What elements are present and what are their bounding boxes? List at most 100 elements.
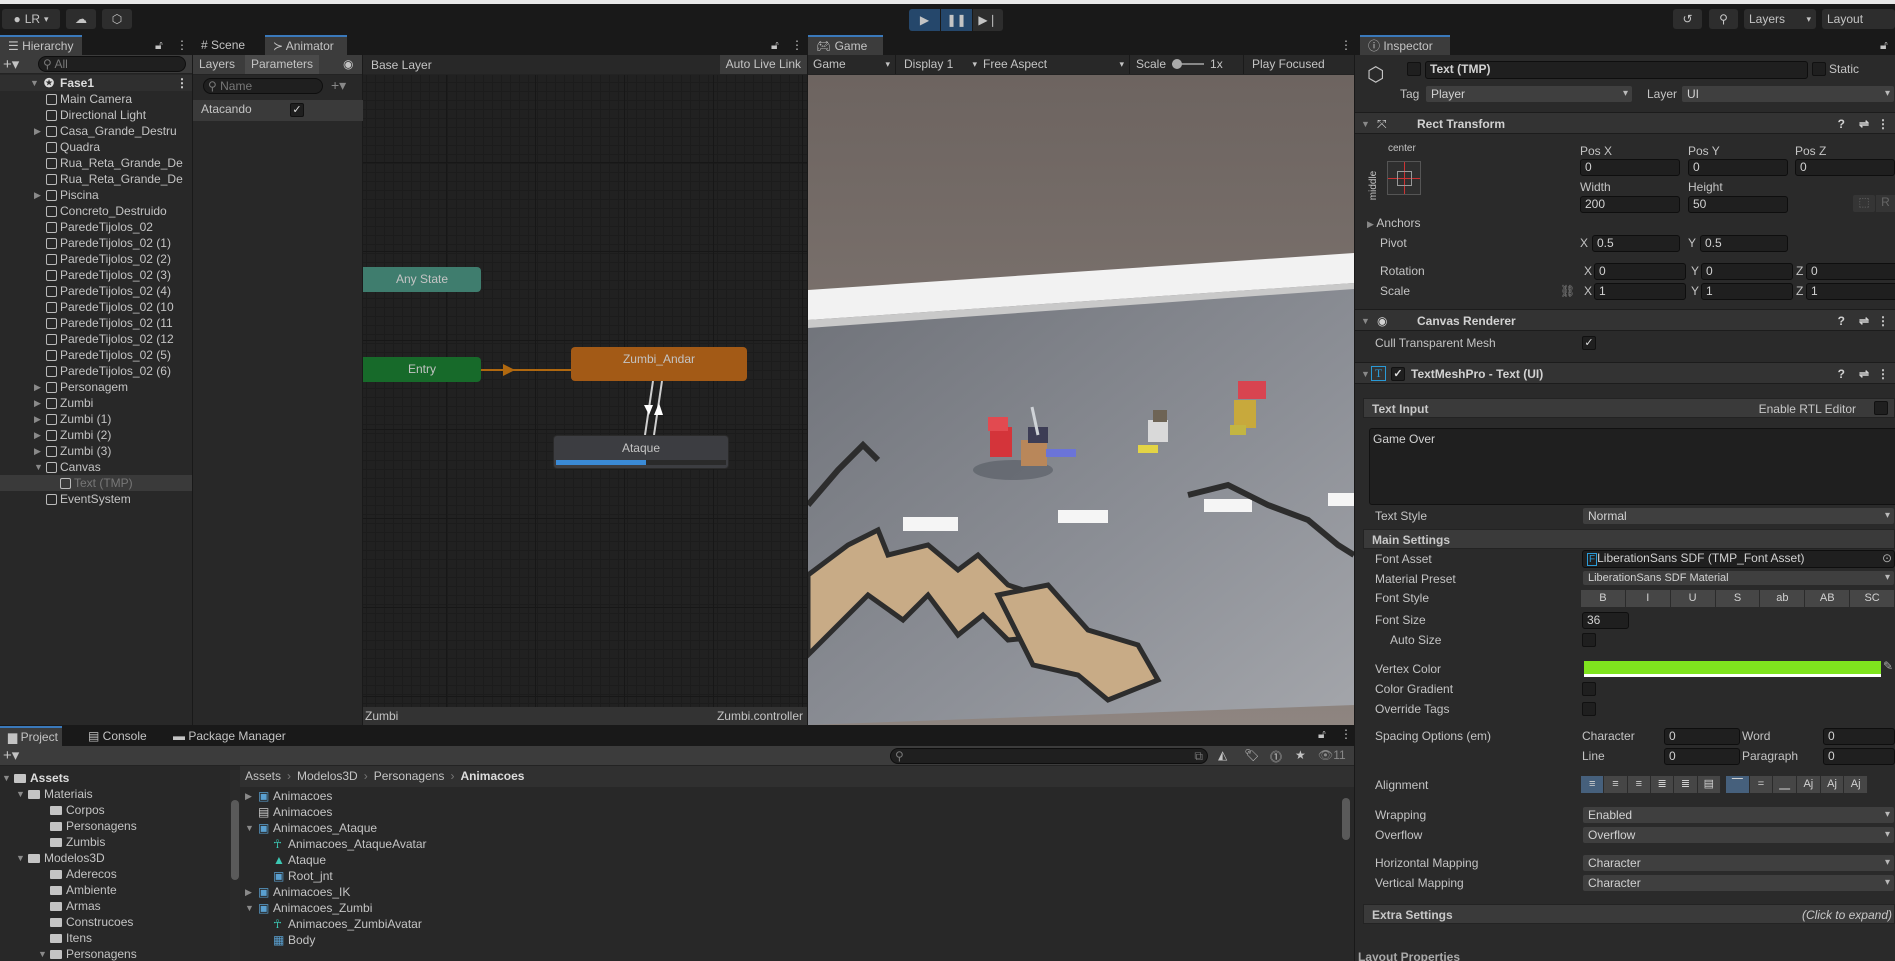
- account-dropdown[interactable]: ● LR ▾: [2, 9, 60, 29]
- text-style-dropdown[interactable]: Normal: [1582, 507, 1895, 525]
- wrapping-dropdown[interactable]: Enabled: [1582, 806, 1895, 824]
- add-parameter-icon[interactable]: +▾: [331, 77, 346, 94]
- tab-scene[interactable]: # Scene: [193, 35, 265, 55]
- layers-dropdown[interactable]: Layers ▾: [1744, 9, 1816, 29]
- static-checkbox[interactable]: [1812, 62, 1826, 76]
- paragraph-spacing-input[interactable]: 0: [1823, 748, 1895, 765]
- font-style-button[interactable]: ab: [1760, 590, 1806, 607]
- layer-breadcrumb[interactable]: Base Layer: [371, 58, 432, 72]
- more-icon[interactable]: ⋮: [1877, 310, 1889, 332]
- collapse-arrow-icon[interactable]: ▼: [38, 946, 48, 961]
- anchors-foldout[interactable]: ▶ Anchors: [1367, 214, 1420, 232]
- align-top-button[interactable]: ⎺: [1726, 776, 1750, 793]
- parameter-bool-checkbox[interactable]: ✓: [290, 103, 304, 117]
- eyedropper-icon[interactable]: ✎: [1883, 659, 1893, 673]
- expand-arrow-icon[interactable]: ▶: [245, 788, 255, 804]
- hierarchy-item[interactable]: ▶ Zumbi (3): [0, 443, 192, 459]
- width-input[interactable]: 200: [1580, 196, 1680, 213]
- history-icon[interactable]: ↺: [1673, 9, 1702, 29]
- layout-dropdown[interactable]: Layout: [1822, 9, 1895, 29]
- align-bottom-button[interactable]: ⎽: [1773, 776, 1798, 793]
- breadcrumb-item[interactable]: Modelos3D: [297, 769, 358, 783]
- align-middle-button[interactable]: =: [1749, 776, 1774, 793]
- expand-arrow-icon[interactable]: ▶: [34, 123, 44, 139]
- font-style-button[interactable]: SC: [1850, 590, 1895, 607]
- search-window-icon[interactable]: ⧉: [1194, 749, 1203, 763]
- pos-z-input[interactable]: 0: [1795, 159, 1895, 176]
- folder-item[interactable]: Aderecos: [0, 866, 230, 882]
- hierarchy-item[interactable]: ParedeTijolos_02 (2): [0, 251, 192, 267]
- scale-x-input[interactable]: 1: [1594, 283, 1686, 300]
- folder-item[interactable]: Ambiente: [0, 882, 230, 898]
- parameter-row[interactable]: Atacando ✓: [193, 100, 363, 121]
- cull-checkbox[interactable]: ✓: [1582, 336, 1596, 350]
- vertex-color-field[interactable]: [1584, 661, 1881, 677]
- hierarchy-item[interactable]: ▶ Casa_Grande_Destru: [0, 123, 192, 139]
- hierarchy-item[interactable]: ParedeTijolos_02 (12: [0, 331, 192, 347]
- expand-arrow-icon[interactable]: ▶: [34, 379, 44, 395]
- horizontal-mapping-dropdown[interactable]: Character: [1582, 854, 1895, 872]
- hierarchy-item[interactable]: ▶ Personagem: [0, 379, 192, 395]
- rotation-z-input[interactable]: 0: [1806, 263, 1895, 280]
- folder-item[interactable]: Zumbis: [0, 834, 230, 850]
- tab-game[interactable]: 🎮︎ Game: [808, 35, 883, 55]
- parameter-search-input[interactable]: ⚲ Name: [203, 78, 323, 94]
- collapse-arrow-icon[interactable]: ▼: [16, 786, 26, 802]
- font-style-button[interactable]: B: [1581, 590, 1626, 607]
- folder-item[interactable]: Personagens: [0, 818, 230, 834]
- display-dropdown[interactable]: Display 1 ▾: [900, 55, 980, 74]
- hierarchy-item[interactable]: ▶ Zumbi: [0, 395, 192, 411]
- folder-item[interactable]: Corpos: [0, 802, 230, 818]
- expand-arrow-icon[interactable]: ▶: [34, 427, 44, 443]
- game-viewport[interactable]: [808, 75, 1354, 725]
- hierarchy-item[interactable]: ▼ Canvas: [0, 459, 192, 475]
- auto-live-link-button[interactable]: Auto Live Link: [719, 55, 807, 74]
- layer-dropdown[interactable]: UI: [1681, 85, 1895, 103]
- rotation-y-input[interactable]: 0: [1701, 263, 1793, 280]
- collapse-arrow-icon[interactable]: ▼: [34, 459, 44, 475]
- tab-animator[interactable]: ≻ Animator: [265, 35, 347, 55]
- folder-item[interactable]: Itens: [0, 930, 230, 946]
- more-icon[interactable]: ⋮: [176, 75, 188, 91]
- lock-icon[interactable]: 🔓︎: [155, 38, 163, 53]
- filter-by-log-icon[interactable]: ⓵: [1270, 748, 1282, 765]
- hierarchy-item[interactable]: Concreto_Destruido: [0, 203, 192, 219]
- state-active[interactable]: Ataque: [553, 435, 729, 469]
- eye-icon[interactable]: ◉: [343, 57, 353, 71]
- more-icon[interactable]: ⋮: [1340, 727, 1352, 741]
- hierarchy-item[interactable]: EventSystem: [0, 491, 192, 507]
- play-button[interactable]: ▶: [909, 9, 940, 31]
- pos-y-input[interactable]: 0: [1688, 159, 1788, 176]
- hidden-packages-icon[interactable]: 👁︎11: [1318, 748, 1346, 762]
- constrain-proportions-icon[interactable]: ⛓: [1560, 282, 1575, 300]
- pause-button[interactable]: ❚❚: [941, 9, 972, 31]
- component-enabled-checkbox[interactable]: ✓: [1391, 367, 1405, 381]
- more-icon[interactable]: ⋮: [1877, 113, 1889, 135]
- pos-x-input[interactable]: 0: [1580, 159, 1680, 176]
- help-icon[interactable]: ?: [1838, 363, 1845, 385]
- pivot-y-input[interactable]: 0.5: [1700, 235, 1788, 252]
- hierarchy-item[interactable]: Quadra: [0, 139, 192, 155]
- asset-item[interactable]: ▼ ▣ Animacoes_Zumbi: [240, 900, 1340, 916]
- preset-icon[interactable]: ⇌: [1859, 113, 1869, 135]
- state-graph[interactable]: Any State Entry Zumbi_Andar Ataque: [363, 75, 807, 707]
- hierarchy-item[interactable]: ▶ Zumbi (1): [0, 411, 192, 427]
- tab-layers[interactable]: Layers: [193, 55, 241, 74]
- state-any[interactable]: Any State: [363, 267, 481, 292]
- more-icon[interactable]: ⋮: [176, 38, 188, 52]
- asset-item[interactable]: ▶ ▣ Animacoes: [240, 788, 1340, 804]
- align-flush-button[interactable]: ≣: [1674, 776, 1698, 793]
- more-icon[interactable]: ⋮: [1877, 363, 1889, 385]
- object-picker-icon[interactable]: ⊙: [1882, 551, 1892, 566]
- align-geometry-button[interactable]: ▤: [1697, 776, 1721, 793]
- filter-by-type-icon[interactable]: ◭: [1218, 748, 1227, 762]
- folder-item[interactable]: ▼ Assets: [0, 770, 230, 786]
- word-spacing-input[interactable]: 0: [1823, 728, 1895, 745]
- asset-item[interactable]: ▦ Body: [240, 932, 1340, 948]
- align-right-button[interactable]: ≡: [1627, 776, 1651, 793]
- asset-item[interactable]: ▤ Animacoes: [240, 804, 1340, 820]
- expand-arrow-icon[interactable]: ▶: [34, 395, 44, 411]
- rect-transform-header[interactable]: ▼ ⤧ Rect Transform? ⇌ ⋮: [1355, 112, 1895, 134]
- hierarchy-item[interactable]: ParedeTijolos_02 (1): [0, 235, 192, 251]
- asset-item[interactable]: ☥ Animacoes_ZumbiAvatar: [240, 916, 1340, 932]
